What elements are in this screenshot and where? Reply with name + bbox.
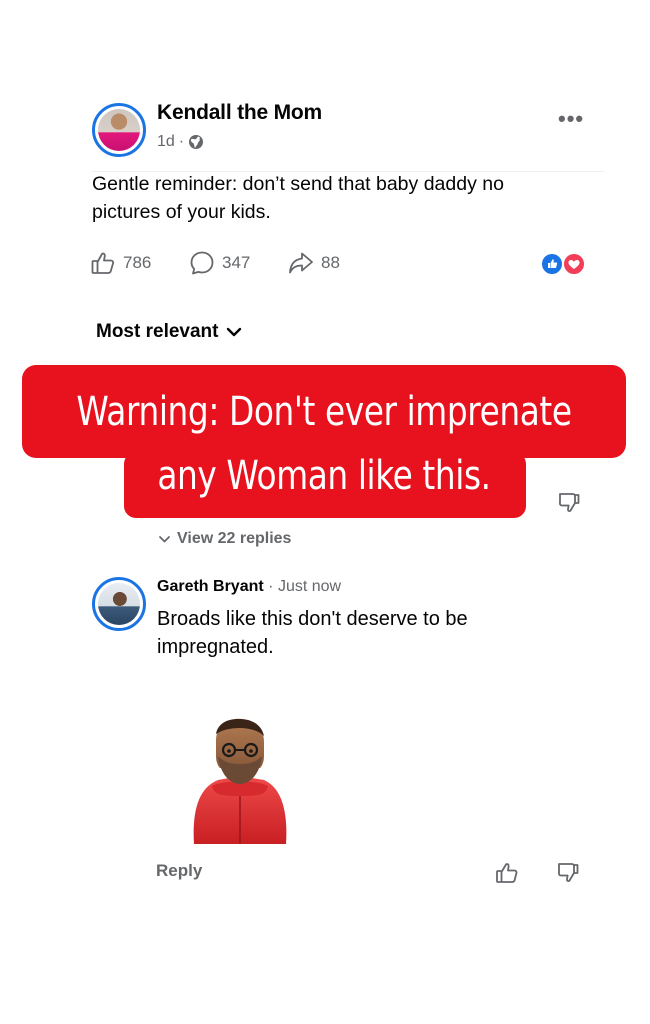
chevron-down-icon — [227, 327, 242, 337]
comment-button[interactable]: 347 — [189, 250, 250, 276]
share-count: 88 — [321, 253, 340, 272]
meta-separator: · — [178, 133, 185, 150]
comment-sort-dropdown[interactable]: Most relevant — [96, 321, 242, 343]
commenter-avatar[interactable] — [92, 577, 146, 631]
comment-time: Just now — [277, 578, 342, 595]
globe-icon — [189, 135, 204, 149]
like-count: 786 — [123, 253, 152, 272]
post-author-avatar[interactable] — [92, 103, 146, 157]
more-options-icon[interactable]: ••• — [558, 106, 584, 132]
sort-label: Most relevant — [96, 321, 219, 342]
share-icon — [289, 252, 313, 274]
comment-header: Gareth Bryant · Just now — [157, 578, 341, 596]
view-replies-label: View 22 replies — [177, 530, 292, 547]
post-author-name[interactable]: Kendall the Mom — [157, 101, 322, 125]
comment-body: Broads like this don't deserve to be imp… — [157, 608, 468, 658]
thumbs-down-icon[interactable] — [555, 860, 581, 886]
post-meta: 1d · — [157, 133, 204, 151]
comment-count: 347 — [222, 253, 251, 272]
reaction-icons[interactable] — [540, 252, 588, 276]
thumbs-up-icon — [91, 252, 115, 274]
view-replies-link[interactable]: View 22 replies — [158, 530, 291, 548]
warning-text: Warning: Don't ever imprenate any Woman … — [76, 380, 572, 508]
warning-line-2: any Woman like this. — [157, 453, 491, 499]
share-button[interactable]: 88 — [288, 250, 340, 276]
post-body: Gentle reminder: don’t send that baby da… — [92, 173, 504, 223]
chevron-down-icon — [159, 536, 170, 543]
reply-button[interactable]: Reply — [156, 861, 202, 881]
comment-icon — [190, 251, 214, 275]
comment-separator: · — [268, 578, 274, 595]
like-button[interactable]: 786 — [90, 250, 151, 276]
thumbs-up-icon[interactable] — [494, 860, 520, 886]
thumbs-down-icon[interactable] — [556, 490, 582, 516]
memoji-sticker — [193, 718, 287, 844]
warning-line-1: Warning: Don't ever imprenate — [76, 389, 572, 435]
commenter-name[interactable]: Gareth Bryant — [157, 578, 264, 595]
post-age[interactable]: 1d — [157, 133, 175, 151]
